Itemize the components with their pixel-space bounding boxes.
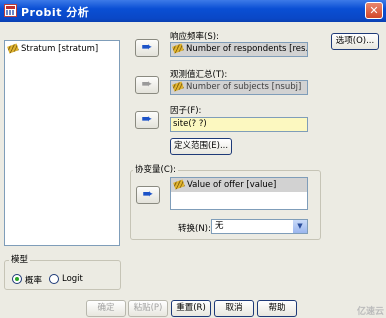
observed-total-value: Number of subjects [nsubj] xyxy=(186,82,302,92)
move-to-factor-button[interactable]: ➨ xyxy=(135,111,159,129)
observed-total-label: 观测值汇总(T): xyxy=(170,70,228,80)
response-frequency-value: Number of respondents [res... xyxy=(186,44,308,54)
response-frequency-label: 响应频率(S): xyxy=(170,32,219,42)
transform-label: 转换(N): xyxy=(178,224,211,234)
list-item-label: Stratum [stratum] xyxy=(21,44,99,54)
probit-radio[interactable] xyxy=(12,274,22,284)
covariates-list[interactable]: Value of offer [value] xyxy=(170,177,308,210)
source-variable-list[interactable]: Stratum [stratum] xyxy=(4,40,120,246)
reset-button[interactable]: 重置(R) xyxy=(171,300,211,317)
chevron-down-icon[interactable]: ▼ xyxy=(293,220,307,233)
observed-total-field[interactable]: Number of subjects [nsubj] xyxy=(170,80,308,95)
response-frequency-field[interactable]: Number of respondents [res... xyxy=(170,42,308,57)
ok-button[interactable]: 确定 xyxy=(86,300,126,317)
model-legend: 模型 xyxy=(9,253,31,265)
options-button[interactable]: 选项(O)... xyxy=(331,33,379,50)
close-button[interactable]: ✕ xyxy=(365,2,383,19)
transform-value: 无 xyxy=(215,221,224,231)
covariate-label: Value of offer [value] xyxy=(187,180,277,190)
move-to-total-button[interactable]: ➨ xyxy=(135,76,159,94)
transform-select[interactable]: 无 ▼ xyxy=(211,219,308,234)
factor-field[interactable]: site(? ?) xyxy=(170,117,308,132)
cancel-button[interactable]: 取消 xyxy=(214,300,254,317)
watermark: 亿速云 xyxy=(356,307,384,317)
logit-radio-label: Logit xyxy=(62,274,83,284)
paste-button[interactable]: 粘贴(P) xyxy=(128,300,168,317)
factor-label: 因子(F): xyxy=(170,106,202,116)
scale-ruler-icon xyxy=(172,43,184,54)
covariates-legend: 协变量(C): xyxy=(133,163,178,175)
spss-app-icon xyxy=(4,4,17,17)
window-title: Probit 分析 xyxy=(21,6,90,19)
logit-radio[interactable] xyxy=(49,274,59,284)
list-item[interactable]: Stratum [stratum] xyxy=(7,43,99,54)
move-to-covariates-button[interactable]: ➨ xyxy=(136,186,160,204)
scale-ruler-icon xyxy=(173,179,185,190)
title-bar[interactable]: Probit 分析 ✕ xyxy=(0,0,386,22)
scale-ruler-icon xyxy=(172,81,184,92)
move-to-response-button[interactable]: ➨ xyxy=(135,39,159,57)
probit-radio-label: 概率 xyxy=(25,276,43,286)
scale-ruler-icon xyxy=(7,43,19,54)
list-item[interactable]: Value of offer [value] xyxy=(171,178,307,192)
define-range-button[interactable]: 定义范围(E)... xyxy=(170,138,232,155)
help-button[interactable]: 帮助 xyxy=(257,300,297,317)
